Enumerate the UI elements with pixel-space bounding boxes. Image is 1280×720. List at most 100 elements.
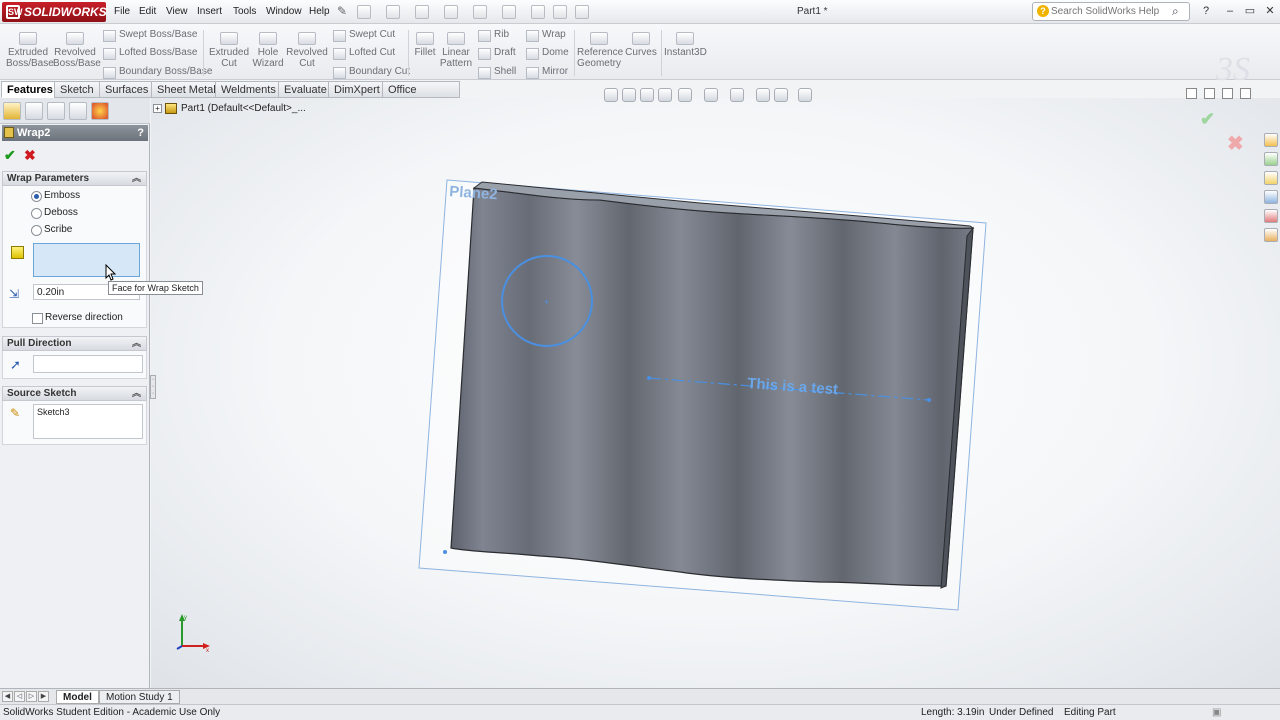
tab-surfaces[interactable]: Surfaces bbox=[99, 81, 155, 98]
feature-manager-tab-icon[interactable] bbox=[3, 102, 21, 120]
edit-appearance-icon[interactable] bbox=[756, 88, 770, 102]
mirror-button[interactable]: Mirror bbox=[526, 66, 568, 79]
solidworks-logo[interactable]: SW SOLIDWORKS bbox=[2, 2, 107, 22]
confirm-ok-icon[interactable]: ✔ bbox=[1200, 109, 1215, 130]
tab-weldments[interactable]: Weldments bbox=[215, 81, 282, 98]
first-tab-icon[interactable]: ◀ bbox=[2, 691, 13, 702]
menu-tools[interactable]: Tools bbox=[233, 6, 256, 17]
tab-features[interactable]: Features bbox=[1, 81, 59, 98]
new-document-icon[interactable] bbox=[357, 5, 371, 19]
tree-expand-icon[interactable]: + bbox=[153, 104, 162, 113]
zoom-to-fit-icon[interactable] bbox=[604, 88, 618, 102]
curves-button[interactable]: Curves bbox=[624, 32, 658, 58]
source-sketch-field[interactable]: Sketch3 bbox=[33, 404, 143, 439]
collapse-chevron-icon[interactable]: ︽ bbox=[132, 337, 141, 350]
restore-icon[interactable]: ▭ bbox=[1242, 4, 1258, 18]
viewport-minimize-icon[interactable] bbox=[1186, 88, 1197, 99]
linear-pattern-button[interactable]: Linear Pattern bbox=[438, 32, 474, 69]
last-tab-icon[interactable]: ▶ bbox=[38, 691, 49, 702]
shell-button[interactable]: Shell bbox=[478, 66, 516, 79]
section-view-icon[interactable] bbox=[658, 88, 672, 102]
revolved-cut-button[interactable]: Revolved Cut bbox=[286, 32, 328, 69]
pin-icon[interactable]: ✎ bbox=[337, 4, 347, 18]
wrap-button[interactable]: Wrap bbox=[526, 29, 566, 42]
boundary-cut-button[interactable]: Boundary Cut bbox=[333, 66, 410, 79]
options-icon[interactable] bbox=[575, 5, 589, 19]
display-style-icon[interactable] bbox=[704, 88, 718, 102]
help-icon[interactable]: ? bbox=[137, 125, 144, 141]
reverse-direction-checkbox[interactable]: Reverse direction bbox=[32, 312, 123, 324]
tab-sheet-metal[interactable]: Sheet Metal bbox=[151, 81, 222, 98]
hole-wizard-button[interactable]: Hole Wizard bbox=[251, 32, 285, 69]
tab-sketch[interactable]: Sketch bbox=[54, 81, 100, 98]
undo-icon[interactable] bbox=[473, 5, 487, 19]
panel-splitter-handle[interactable]: · · · bbox=[150, 375, 156, 399]
file-properties-icon[interactable] bbox=[553, 5, 567, 19]
instant3d-button[interactable]: Instant3D bbox=[664, 32, 707, 58]
zoom-to-area-icon[interactable] bbox=[622, 88, 636, 102]
ok-button[interactable]: ✔ bbox=[4, 147, 16, 164]
menu-view[interactable]: View bbox=[166, 6, 188, 17]
collapse-chevron-icon[interactable]: ︽ bbox=[132, 387, 141, 400]
save-icon[interactable] bbox=[415, 5, 429, 19]
units-indicator-icon[interactable]: ▣ bbox=[1212, 705, 1221, 720]
dome-button[interactable]: Dome bbox=[526, 47, 569, 60]
viewport-tile-icon[interactable] bbox=[1204, 88, 1215, 99]
tab-evaluate[interactable]: Evaluate bbox=[278, 81, 333, 98]
view-palette-icon[interactable] bbox=[1264, 190, 1278, 204]
tab-dimxpert[interactable]: DimXpert bbox=[328, 81, 386, 98]
custom-properties-icon[interactable] bbox=[1264, 228, 1278, 242]
view-settings-icon[interactable] bbox=[798, 88, 812, 102]
confirm-cancel-icon[interactable]: ✖ bbox=[1227, 131, 1244, 156]
graphics-area[interactable] bbox=[151, 98, 1280, 688]
previous-view-icon[interactable] bbox=[640, 88, 654, 102]
pull-direction-header[interactable]: Pull Direction ︽ bbox=[2, 336, 147, 351]
view-orientation-icon[interactable] bbox=[678, 88, 692, 102]
draft-button[interactable]: Draft bbox=[478, 47, 516, 60]
collapse-chevron-icon[interactable]: ︽ bbox=[132, 172, 141, 185]
tab-motion-study-1[interactable]: Motion Study 1 bbox=[99, 690, 180, 704]
print-icon[interactable] bbox=[444, 5, 458, 19]
close-icon[interactable]: ✕ bbox=[1262, 4, 1278, 18]
extruded-boss-button[interactable]: Extruded Boss/Base bbox=[6, 32, 54, 69]
menu-window[interactable]: Window bbox=[266, 6, 302, 17]
hide-show-items-icon[interactable] bbox=[730, 88, 744, 102]
configuration-manager-tab-icon[interactable] bbox=[47, 102, 65, 120]
wrap-parameters-header[interactable]: Wrap Parameters ︽ bbox=[2, 171, 147, 186]
appearances-icon[interactable] bbox=[1264, 209, 1278, 223]
previous-tab-icon[interactable]: ◁ bbox=[14, 691, 25, 702]
fillet-button[interactable]: Fillet bbox=[412, 32, 438, 58]
swept-boss-button[interactable]: Swept Boss/Base bbox=[103, 29, 197, 42]
menu-file[interactable]: File bbox=[114, 6, 130, 17]
boundary-boss-button[interactable]: Boundary Boss/Base bbox=[103, 66, 212, 79]
property-manager-tab-icon[interactable] bbox=[25, 102, 43, 120]
file-explorer-icon[interactable] bbox=[1264, 171, 1278, 185]
rib-button[interactable]: Rib bbox=[478, 29, 509, 42]
swept-cut-button[interactable]: Swept Cut bbox=[333, 29, 395, 42]
deboss-radio[interactable]: Deboss bbox=[31, 207, 78, 219]
help-search-box[interactable]: ? ⌕ bbox=[1032, 2, 1190, 21]
minimize-icon[interactable]: – bbox=[1222, 4, 1238, 18]
search-icon[interactable]: ⌕ bbox=[1172, 4, 1179, 19]
tree-root-label[interactable]: Part1 (Default<<Default>_... bbox=[181, 103, 306, 114]
next-tab-icon[interactable]: ▷ bbox=[26, 691, 37, 702]
emboss-radio[interactable]: Emboss bbox=[31, 190, 80, 202]
display-manager-tab-icon[interactable] bbox=[91, 102, 109, 120]
scribe-radio[interactable]: Scribe bbox=[31, 224, 72, 236]
rebuild-icon[interactable] bbox=[531, 5, 545, 19]
select-icon[interactable] bbox=[502, 5, 516, 19]
lofted-cut-button[interactable]: Lofted Cut bbox=[333, 47, 395, 60]
design-library-icon[interactable] bbox=[1264, 152, 1278, 166]
open-icon[interactable] bbox=[386, 5, 400, 19]
viewport-restore-icon[interactable] bbox=[1222, 88, 1233, 99]
help-search-input[interactable] bbox=[1051, 5, 1169, 18]
tab-office-products[interactable]: Office Products bbox=[382, 81, 460, 112]
tab-model[interactable]: Model bbox=[56, 690, 99, 704]
lofted-boss-button[interactable]: Lofted Boss/Base bbox=[103, 47, 197, 60]
extruded-cut-button[interactable]: Extruded Cut bbox=[207, 32, 251, 69]
cancel-button[interactable]: ✖ bbox=[24, 147, 36, 164]
viewport-close-icon[interactable] bbox=[1240, 88, 1251, 99]
source-sketch-header[interactable]: Source Sketch ︽ bbox=[2, 386, 147, 401]
menu-edit[interactable]: Edit bbox=[139, 6, 156, 17]
menu-help[interactable]: Help bbox=[309, 6, 330, 17]
